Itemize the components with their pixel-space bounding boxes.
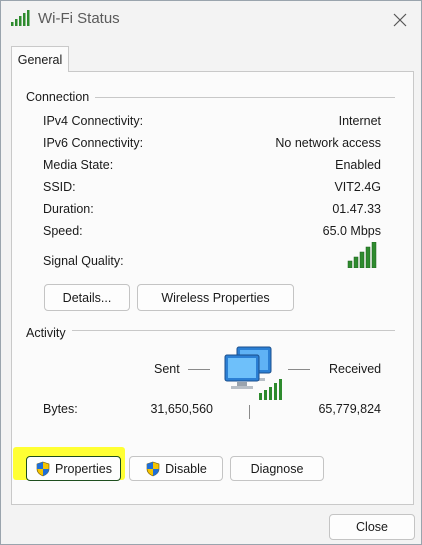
admin-shield-icon — [35, 461, 51, 477]
bytes-sent-value: 31,650,560 — [150, 402, 213, 416]
network-computers-icon — [221, 345, 285, 404]
properties-button-label: Properties — [55, 461, 112, 476]
diagnose-button[interactable]: Diagnose — [230, 456, 324, 481]
wireless-properties-button[interactable]: Wireless Properties — [137, 284, 294, 311]
media-state-label: Media State: — [43, 158, 114, 172]
disable-button-label: Disable — [165, 461, 207, 476]
activity-group-line — [31, 330, 395, 331]
ipv4-label: IPv4 Connectivity: — [43, 114, 144, 128]
speed-value: 65.0 Mbps — [322, 224, 381, 238]
bytes-divider — [249, 405, 250, 419]
details-button-label: Details... — [62, 290, 112, 305]
close-button[interactable]: Close — [329, 514, 415, 540]
wifi-signal-icon — [11, 10, 31, 29]
close-window-button[interactable] — [389, 9, 411, 31]
signal-strength-icon — [347, 241, 379, 271]
sent-label: Sent — [154, 362, 180, 376]
close-button-label: Close — [356, 520, 388, 534]
ipv6-label: IPv6 Connectivity: — [43, 136, 144, 150]
duration-value: 01.47.33 — [332, 202, 381, 216]
ipv6-value: No network access — [275, 136, 381, 150]
signal-quality-label: Signal Quality: — [43, 254, 124, 268]
received-label: Received — [329, 362, 382, 376]
received-dash — [288, 369, 310, 370]
media-state-value: Enabled — [335, 158, 381, 172]
window-title: Wi-Fi Status — [38, 10, 120, 27]
details-button[interactable]: Details... — [44, 284, 130, 311]
ssid-label: SSID: — [43, 180, 76, 194]
tab-general-label: General — [17, 52, 63, 67]
properties-button[interactable]: Properties — [26, 456, 121, 481]
wifi-status-dialog: Wi-Fi Status General Connection IPv4 Con… — [0, 0, 422, 545]
title-bar: Wi-Fi Status — [1, 1, 421, 37]
ipv4-value: Internet — [338, 114, 381, 128]
tab-general[interactable]: General — [11, 46, 69, 72]
connection-heading: Connection — [26, 90, 96, 104]
ssid-value: VIT2.4G — [334, 180, 381, 194]
speed-label: Speed: — [43, 224, 83, 238]
sent-dash — [188, 369, 210, 370]
disable-button[interactable]: Disable — [129, 456, 223, 481]
duration-label: Duration: — [43, 202, 94, 216]
activity-heading: Activity — [26, 326, 72, 340]
admin-shield-icon — [145, 461, 161, 477]
bytes-received-value: 65,779,824 — [318, 402, 381, 416]
wireless-properties-button-label: Wireless Properties — [161, 290, 270, 305]
diagnose-button-label: Diagnose — [250, 461, 304, 476]
close-icon — [393, 13, 407, 27]
bytes-label: Bytes: — [43, 402, 78, 416]
